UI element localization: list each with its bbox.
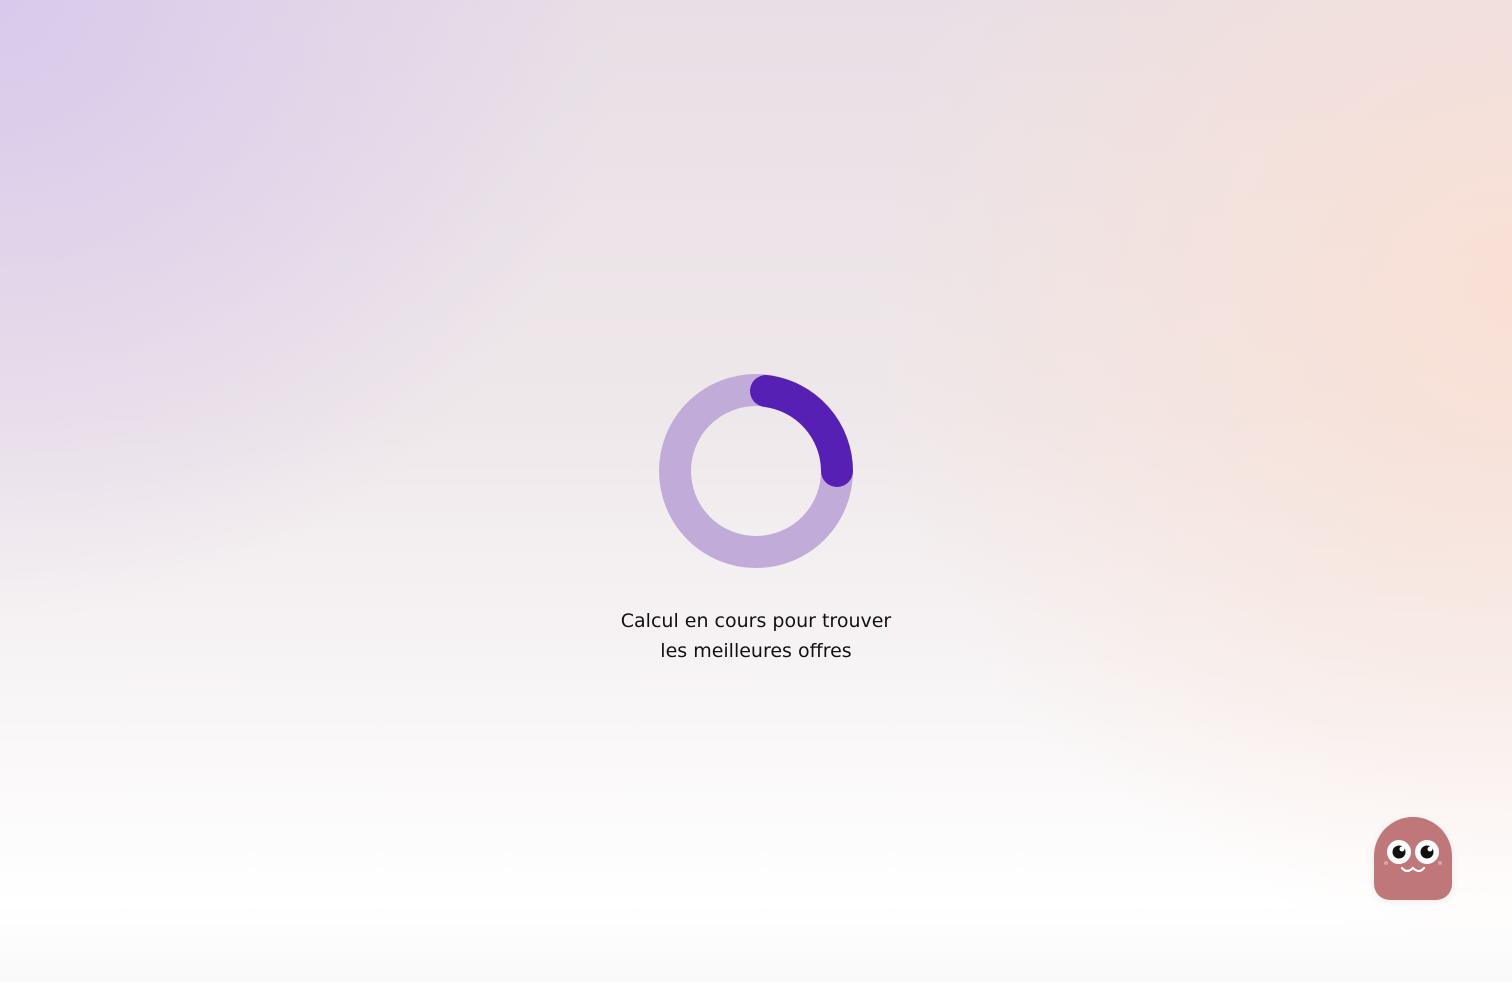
mascot-icon [1384, 840, 1442, 873]
spinner-arc [750, 375, 853, 487]
loading-message-line-1: Calcul en cours pour trouver [620, 610, 892, 632]
chat-widget-button[interactable] [1374, 817, 1452, 900]
loading-message: Calcul en cours pour trouver les meilleu… [556, 606, 956, 666]
loading-spinner [659, 374, 853, 568]
loading-screen: Calcul en cours pour trouver les meilleu… [0, 0, 1512, 982]
loading-message-line-2: les meilleures offres [660, 640, 852, 662]
